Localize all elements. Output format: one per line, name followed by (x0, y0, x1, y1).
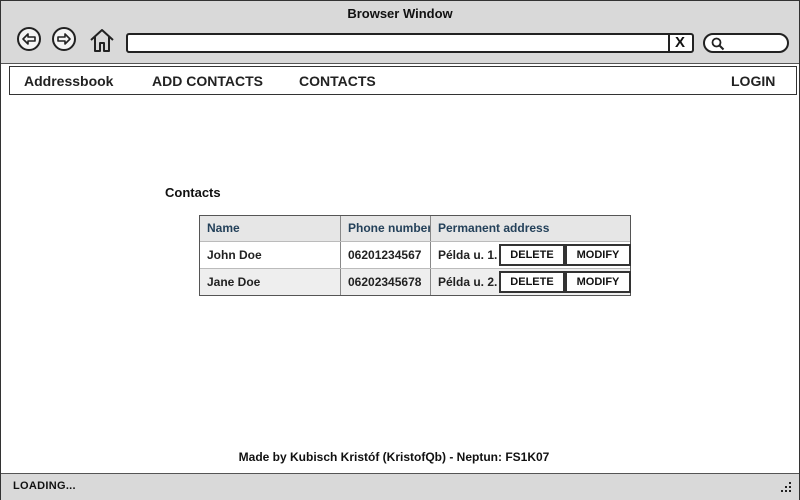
window-title: Browser Window (347, 6, 453, 21)
contact-phone: 06202345678 (341, 269, 431, 295)
address-bar[interactable]: X (126, 33, 694, 53)
back-arrow-icon (22, 33, 36, 45)
column-header-phone: Phone number (341, 216, 431, 241)
forward-arrow-icon (57, 33, 71, 45)
status-bar: LOADING... (1, 473, 799, 500)
delete-button[interactable]: DELETE (499, 271, 565, 293)
modify-button[interactable]: MODIFY (565, 244, 631, 266)
browser-search-input[interactable] (703, 33, 789, 53)
menu-login[interactable]: LOGIN (731, 73, 775, 89)
resize-grip-icon[interactable] (779, 480, 793, 494)
contact-name: Jane Doe (200, 269, 341, 295)
app-menubar: Addressbook ADD CONTACTS CONTACTS LOGIN (9, 66, 797, 95)
back-button[interactable] (17, 27, 41, 51)
contacts-table: Name Phone number Permanent address John… (199, 215, 631, 296)
status-text: LOADING... (13, 480, 76, 492)
browser-window: Browser Window X Addressbook ADD CONTACT… (0, 0, 800, 500)
modify-button[interactable]: MODIFY (565, 271, 631, 293)
search-icon (711, 37, 725, 51)
home-button[interactable] (88, 26, 116, 54)
column-header-address: Permanent address (438, 221, 550, 235)
menu-add-contacts[interactable]: ADD CONTACTS (152, 73, 263, 89)
page-title: Contacts (165, 185, 221, 200)
footer-credit: Made by Kubisch Kristóf (KristofQb) - Ne… (238, 450, 550, 464)
table-row: John Doe 06201234567 Példa u. 1. DELETE … (200, 242, 631, 269)
menu-contacts[interactable]: CONTACTS (299, 73, 376, 89)
contact-name: John Doe (200, 242, 341, 268)
close-icon: X (674, 34, 685, 51)
browser-chrome: Browser Window X (1, 1, 799, 64)
brand-link[interactable]: Addressbook (24, 73, 113, 89)
forward-button[interactable] (52, 27, 76, 51)
delete-button[interactable]: DELETE (499, 244, 565, 266)
home-icon (90, 29, 114, 52)
column-header-name: Name (200, 216, 341, 241)
clear-address-button[interactable]: X (668, 34, 690, 52)
contact-phone: 06201234567 (341, 242, 431, 268)
table-row: Jane Doe 06202345678 Példa u. 2. DELETE … (200, 269, 631, 295)
table-header-row: Name Phone number Permanent address (200, 216, 630, 242)
